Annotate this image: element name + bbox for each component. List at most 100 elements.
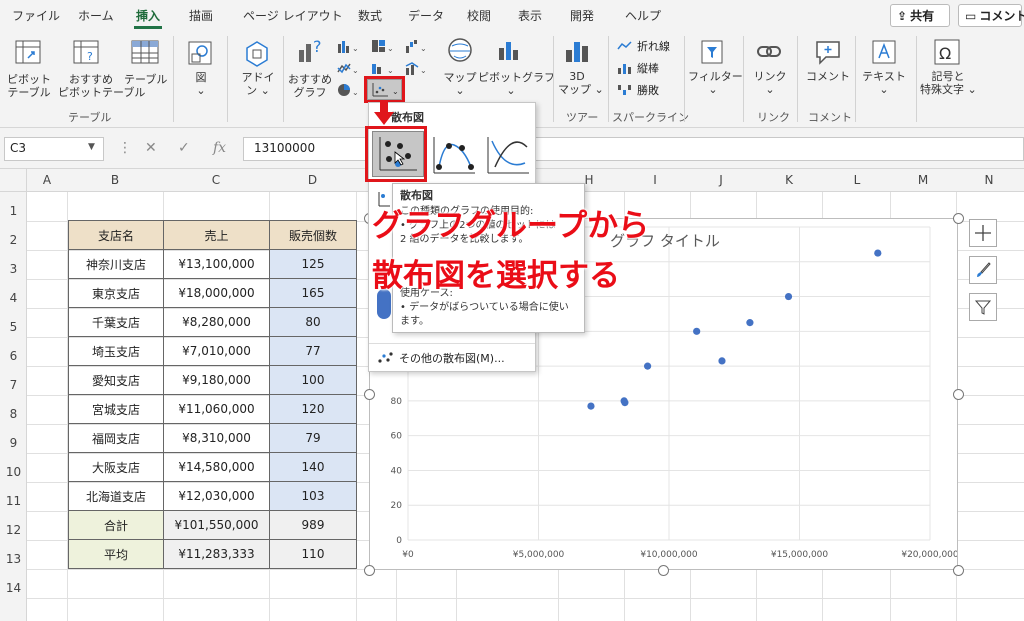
row-header[interactable]: 14	[0, 581, 27, 595]
column-header-i[interactable]: I	[624, 173, 686, 187]
sales-cell[interactable]: ¥18,000,000	[163, 278, 270, 308]
chart-resize-handle[interactable]	[364, 389, 375, 400]
link-icon[interactable]	[755, 38, 783, 66]
filter-button[interactable]: フィルター ⌄	[688, 70, 743, 96]
tab-draw[interactable]: 描画	[189, 7, 213, 24]
branch-cell[interactable]: 神奈川支店	[68, 249, 164, 279]
branch-cell[interactable]: 埼玉支店	[68, 336, 164, 366]
column-header-n[interactable]: N	[956, 173, 1022, 187]
chart-resize-handle[interactable]	[953, 389, 964, 400]
table-header-cell[interactable]: 販売個数	[269, 220, 357, 250]
row-header[interactable]: 8	[0, 407, 27, 421]
pivot-table-button[interactable]: ピボット テーブル	[4, 73, 54, 99]
formula-input[interactable]: 13100000	[243, 137, 1024, 161]
figure-button[interactable]: 図 ⌄	[186, 71, 216, 97]
share-button[interactable]: ⇪ 共有	[890, 4, 950, 27]
map3d-button[interactable]: 3Dマップ ⌄	[558, 70, 604, 96]
branch-cell[interactable]: 千葉支店	[68, 307, 164, 337]
tab-view[interactable]: 表示	[518, 7, 542, 24]
recommended-chart-icon[interactable]: ?	[296, 36, 326, 66]
figure-icon[interactable]	[187, 40, 215, 68]
chart-filters-button[interactable]	[969, 293, 997, 321]
tab-developer[interactable]: 開発	[570, 7, 594, 24]
row-header[interactable]: 3	[0, 262, 27, 276]
chart-resize-handle[interactable]	[658, 565, 669, 576]
addin-icon[interactable]	[243, 40, 271, 68]
map3d-icon[interactable]	[562, 36, 592, 66]
column-header-l[interactable]: L	[824, 173, 890, 187]
column-header-d[interactable]: D	[269, 173, 356, 187]
insert-function-icon[interactable]: fx	[213, 140, 226, 156]
column-header-k[interactable]: K	[756, 173, 822, 187]
tab-formulas[interactable]: 数式	[358, 7, 382, 24]
row-header[interactable]: 6	[0, 349, 27, 363]
quantity-cell[interactable]: 80	[269, 307, 357, 337]
sales-cell[interactable]: ¥8,280,000	[163, 307, 270, 337]
row-header[interactable]: 4	[0, 291, 27, 305]
tab-page-layout[interactable]: ページ レイアウト	[243, 7, 343, 24]
addin-button[interactable]: アドイン ⌄	[238, 71, 278, 97]
total-sales-cell[interactable]: ¥101,550,000	[163, 510, 270, 540]
recommended-pivot-icon[interactable]: ?	[72, 38, 102, 68]
pivot-chart-button[interactable]: ピボットグラフ ⌄	[478, 71, 555, 97]
row-header[interactable]: 5	[0, 320, 27, 334]
sales-cell[interactable]: ¥11,060,000	[163, 394, 270, 424]
tab-home[interactable]: ホーム	[78, 7, 114, 24]
row-header[interactable]: 12	[0, 523, 27, 537]
sparkline-winloss-button[interactable]: 勝敗	[617, 82, 677, 98]
comment-insert-button[interactable]: コメント	[806, 70, 850, 83]
table-header-cell[interactable]: 支店名	[68, 220, 164, 250]
row-header[interactable]: 7	[0, 378, 27, 392]
row-header[interactable]: 10	[0, 465, 27, 479]
branch-cell[interactable]: 東京支店	[68, 278, 164, 308]
sales-cell[interactable]: ¥13,100,000	[163, 249, 270, 279]
table-header-cell[interactable]: 売上	[163, 220, 270, 250]
map-button[interactable]: マップ ⌄	[440, 71, 480, 97]
scatter-option-smooth-markers[interactable]	[429, 133, 479, 177]
hierarchy-chart-icon[interactable]: ⌄	[370, 38, 396, 54]
scatter-option-smooth-lines[interactable]	[483, 133, 533, 177]
filter-icon[interactable]	[699, 38, 727, 66]
recommended-chart-button[interactable]: おすすめ グラフ	[286, 73, 334, 99]
column-chart-icon[interactable]: ⌄	[336, 38, 362, 54]
chart-elements-button[interactable]	[969, 219, 997, 247]
line-chart-icon[interactable]: ⌄	[336, 60, 362, 76]
column-header-b[interactable]: B	[67, 173, 163, 187]
chart-resize-handle[interactable]	[953, 213, 964, 224]
column-header-m[interactable]: M	[890, 173, 956, 187]
symbol-icon[interactable]: Ω	[933, 38, 961, 66]
average-label-cell[interactable]: 平均	[68, 539, 164, 569]
average-quantity-cell[interactable]: 110	[269, 539, 357, 569]
quantity-cell[interactable]: 120	[269, 394, 357, 424]
branch-cell[interactable]: 宮城支店	[68, 394, 164, 424]
select-all-corner[interactable]	[0, 169, 27, 191]
symbol-button[interactable]: 記号と 特殊文字 ⌄	[920, 70, 977, 96]
enter-icon[interactable]: ✓	[178, 140, 190, 156]
statistic-chart-icon[interactable]: ⌄	[370, 60, 396, 76]
pivot-chart-icon[interactable]	[495, 36, 527, 64]
pie-chart-icon[interactable]: ⌄	[336, 82, 362, 98]
chart-resize-handle[interactable]	[364, 565, 375, 576]
text-icon[interactable]	[870, 38, 898, 66]
quantity-cell[interactable]: 165	[269, 278, 357, 308]
row-header[interactable]: 1	[0, 204, 27, 218]
row-header[interactable]: 13	[0, 552, 27, 566]
cancel-icon[interactable]: ✕	[145, 140, 157, 156]
row-header[interactable]: 2	[0, 233, 27, 247]
branch-cell[interactable]: 北海道支店	[68, 481, 164, 511]
recommended-pivot-button[interactable]: おすすめ ピボットテーブル	[58, 73, 145, 99]
sparkline-line-button[interactable]: 折れ線	[617, 38, 677, 54]
branch-cell[interactable]: 福岡支店	[68, 423, 164, 453]
combo-chart-icon[interactable]: ⌄	[404, 60, 430, 76]
sales-cell[interactable]: ¥8,310,000	[163, 423, 270, 453]
sales-cell[interactable]: ¥7,010,000	[163, 336, 270, 366]
branch-cell[interactable]: 大阪支店	[68, 452, 164, 482]
map-icon[interactable]	[446, 36, 474, 64]
sales-cell[interactable]: ¥12,030,000	[163, 481, 270, 511]
quantity-cell[interactable]: 103	[269, 481, 357, 511]
average-sales-cell[interactable]: ¥11,283,333	[163, 539, 270, 569]
table-icon[interactable]	[130, 38, 160, 68]
comment-insert-icon[interactable]	[814, 38, 842, 66]
link-button[interactable]: リンク ⌄	[752, 70, 788, 96]
tab-data[interactable]: データ	[408, 7, 444, 24]
